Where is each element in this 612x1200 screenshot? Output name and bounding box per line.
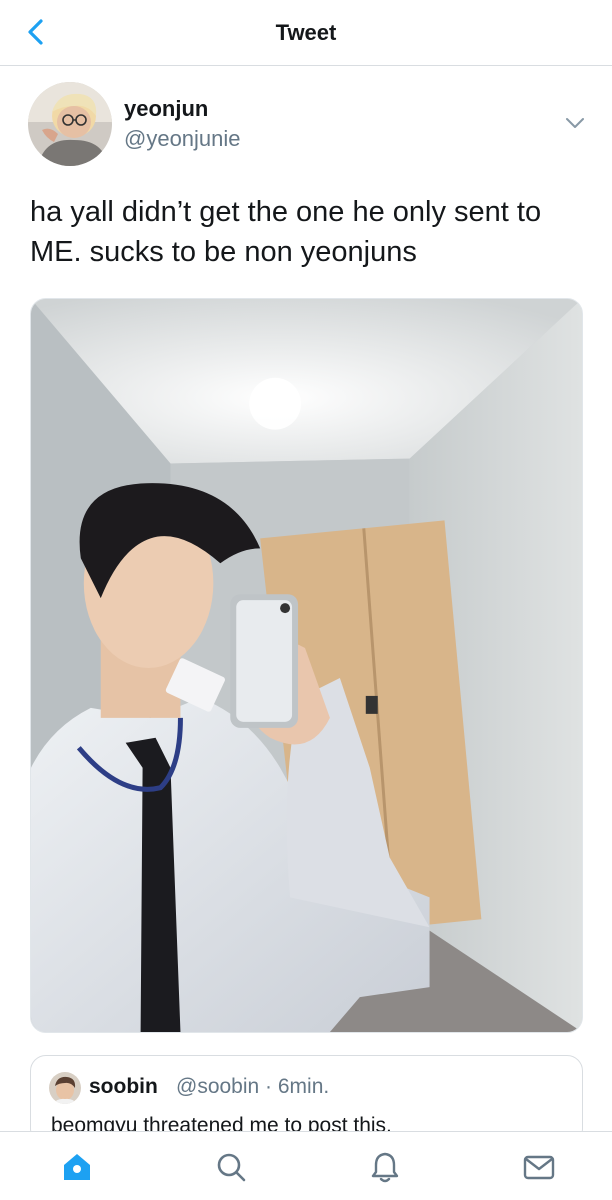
author-handle[interactable]: @yeonjunie: [124, 126, 241, 152]
tweet-photo[interactable]: [30, 298, 583, 1033]
bottom-tab-bar: [0, 1131, 612, 1200]
quoted-author-meta: @soobin · 6min.: [176, 1075, 330, 1098]
notifications-icon[interactable]: [368, 1150, 402, 1184]
page-title: Tweet: [275, 20, 337, 45]
home-icon[interactable]: [60, 1150, 94, 1184]
quoted-author-avatar[interactable]: [49, 1072, 81, 1104]
author-name[interactable]: yeonjun: [124, 96, 208, 122]
tweet-header: yeonjun @yeonjunie: [28, 82, 588, 166]
author-avatar[interactable]: [28, 82, 112, 166]
top-nav-bar: Tweet: [0, 0, 612, 66]
search-icon[interactable]: [214, 1150, 248, 1184]
tweet-text: ha yall didn’t get the one he only sent …: [30, 196, 542, 268]
messages-icon[interactable]: [522, 1150, 556, 1184]
chevron-down-icon[interactable]: [564, 112, 586, 134]
quoted-author-name[interactable]: soobin: [89, 1075, 158, 1099]
